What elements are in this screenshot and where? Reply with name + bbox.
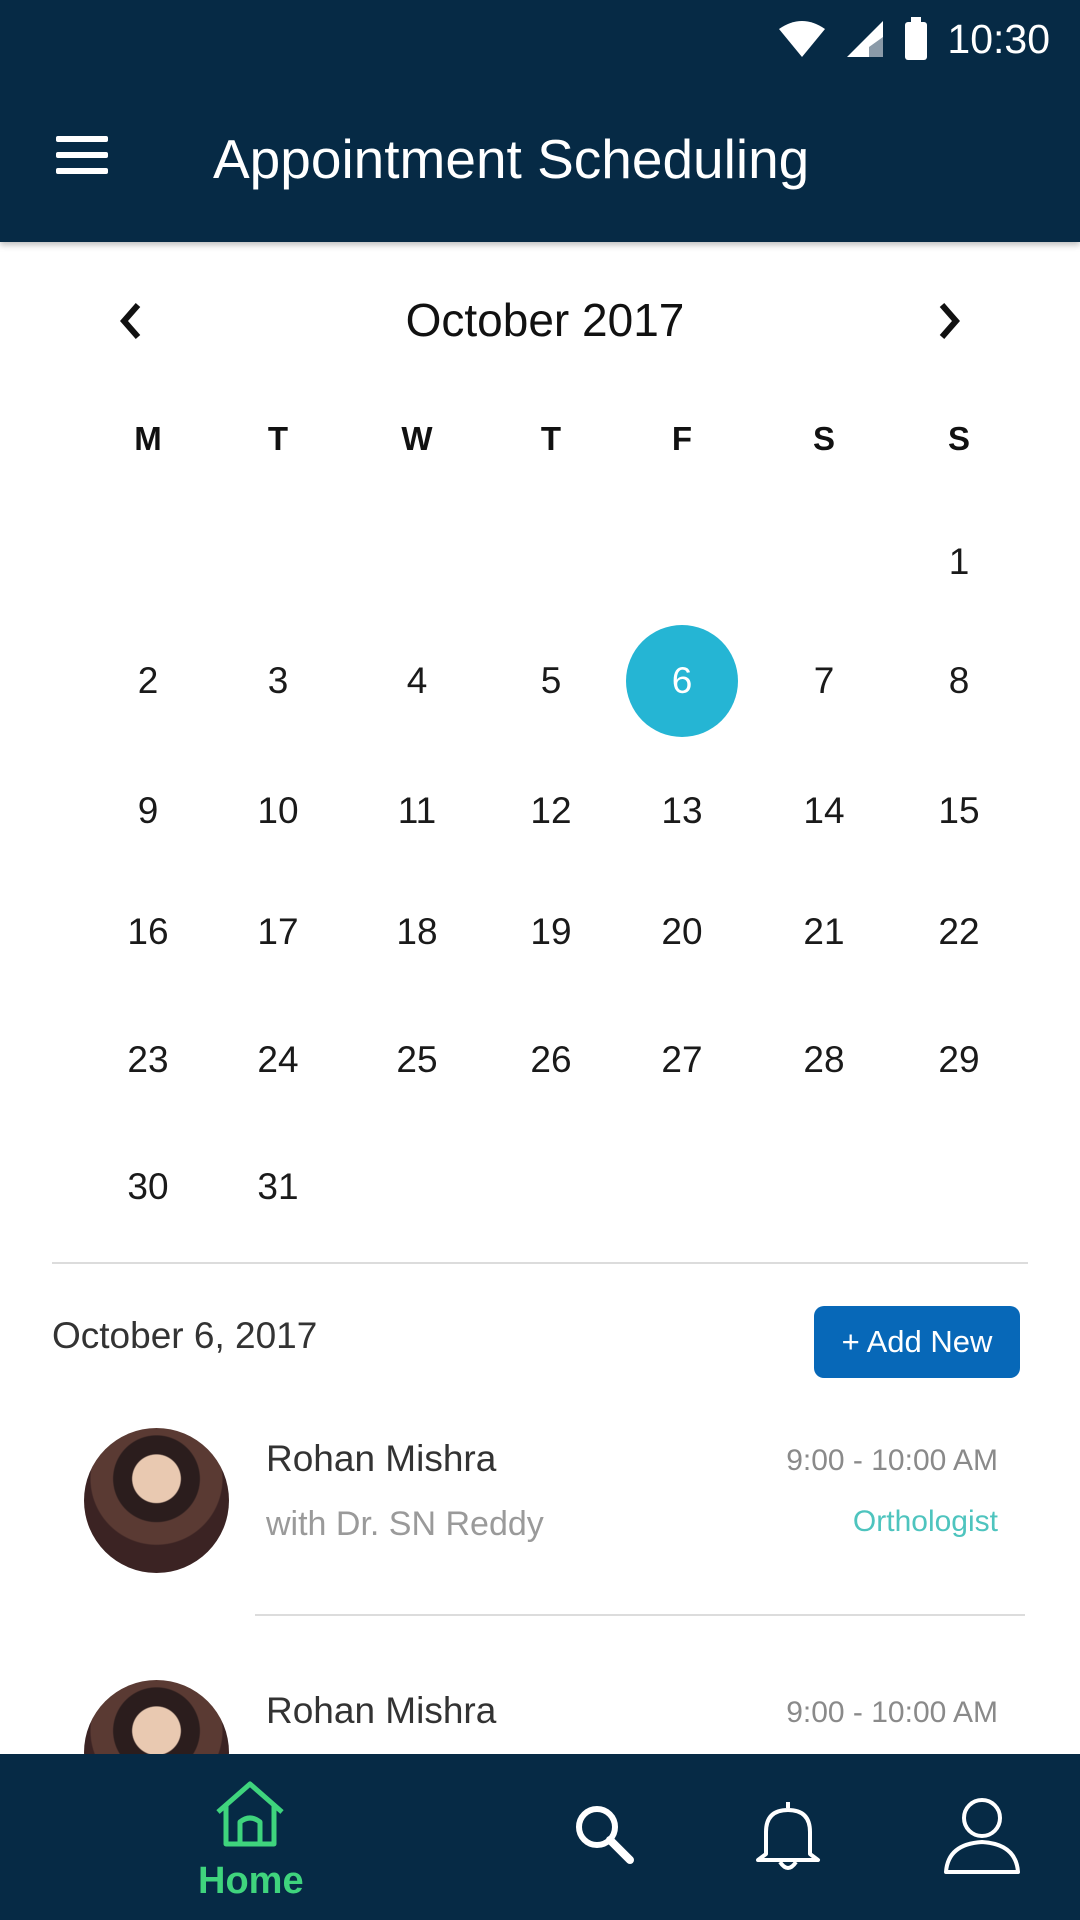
search-icon [576, 1806, 634, 1864]
calendar-day[interactable]: 25 [361, 1004, 473, 1116]
signal-icon [847, 21, 884, 57]
calendar-day[interactable]: 27 [626, 1004, 738, 1116]
calendar-day[interactable]: 8 [903, 625, 1015, 737]
weekday-label: T [267, 420, 289, 457]
patient-name: Rohan Mishra [266, 1438, 497, 1479]
calendar-day[interactable]: 23 [92, 1004, 204, 1116]
nav-notifications[interactable] [748, 1754, 838, 1920]
calendar-day[interactable]: 17 [222, 876, 334, 988]
calendar-day[interactable]: 21 [768, 876, 880, 988]
calendar-day[interactable]: 30 [92, 1131, 204, 1243]
divider [52, 1262, 1028, 1264]
divider [255, 1614, 1025, 1616]
weekday-label: M [134, 420, 162, 457]
weekday-label: S [812, 420, 836, 457]
app-bar: 10:30 Appointment Scheduling [0, 0, 1080, 242]
calendar-day-selected[interactable]: 6 [626, 625, 738, 737]
battery-icon [905, 17, 928, 60]
calendar-day[interactable]: 19 [495, 876, 607, 988]
calendar-day[interactable]: 12 [495, 755, 607, 867]
status-time: 10:30 [947, 15, 1050, 62]
calendar-day[interactable]: 5 [495, 625, 607, 737]
bell-icon [756, 1802, 820, 1870]
calendar-day[interactable]: 9 [92, 755, 204, 867]
avatar [84, 1428, 229, 1573]
calendar-day[interactable]: 3 [222, 625, 334, 737]
calendar-day[interactable]: 4 [361, 625, 473, 737]
menu-icon[interactable] [52, 130, 116, 182]
calendar-day[interactable]: 24 [222, 1004, 334, 1116]
calendar-header: October 2017 [0, 285, 1080, 355]
nav-profile[interactable] [940, 1754, 1030, 1920]
calendar-day[interactable]: 1 [903, 506, 1015, 618]
appointment-time: 9:00 - 10:00 AM [786, 1444, 998, 1477]
calendar-day[interactable]: 20 [626, 876, 738, 988]
calendar-day[interactable]: 22 [903, 876, 1015, 988]
doctor-specialty: Orthologist [852, 1505, 998, 1538]
calendar-day[interactable]: 18 [361, 876, 473, 988]
calendar-day[interactable]: 16 [92, 876, 204, 988]
bottom-nav: Home [0, 1754, 1080, 1920]
appointment-item[interactable]: Rohan Mishra with Dr. SN Reddy 9:00 - 10… [0, 1420, 1080, 1660]
calendar-day[interactable]: 10 [222, 755, 334, 867]
add-new-button[interactable]: + Add New [814, 1306, 1020, 1378]
calendar-day[interactable]: 15 [903, 755, 1015, 867]
status-bar: 10:30 [777, 14, 1050, 64]
chevron-right-icon[interactable] [918, 291, 978, 351]
profile-icon [944, 1798, 1020, 1874]
appointment-time: 9:00 - 10:00 AM [786, 1696, 998, 1729]
calendar-day[interactable]: 29 [903, 1004, 1015, 1116]
weekday-label: F [671, 420, 693, 457]
patient-name: Rohan Mishra [266, 1690, 497, 1731]
nav-home[interactable]: Home [190, 1754, 310, 1920]
home-icon [216, 1781, 284, 1847]
calendar-day[interactable]: 11 [361, 755, 473, 867]
selected-date-label: October 6, 2017 [52, 1315, 318, 1356]
calendar-day[interactable]: 7 [768, 625, 880, 737]
calendar-day[interactable]: 31 [222, 1131, 334, 1243]
wifi-icon [779, 21, 826, 57]
calendar-day[interactable]: 2 [92, 625, 204, 737]
page-title: Appointment Scheduling [213, 128, 810, 190]
weekday-label: W [401, 420, 433, 457]
nav-search[interactable] [560, 1754, 660, 1920]
doctor-name: with Dr. SN Reddy [266, 1505, 544, 1543]
calendar-day[interactable]: 14 [768, 755, 880, 867]
weekday-label: T [540, 420, 562, 457]
calendar-day[interactable]: 13 [626, 755, 738, 867]
weekday-label: S [947, 420, 971, 457]
calendar-day[interactable]: 28 [768, 1004, 880, 1116]
nav-home-label: Home [198, 1860, 304, 1902]
calendar-day[interactable]: 26 [495, 1004, 607, 1116]
